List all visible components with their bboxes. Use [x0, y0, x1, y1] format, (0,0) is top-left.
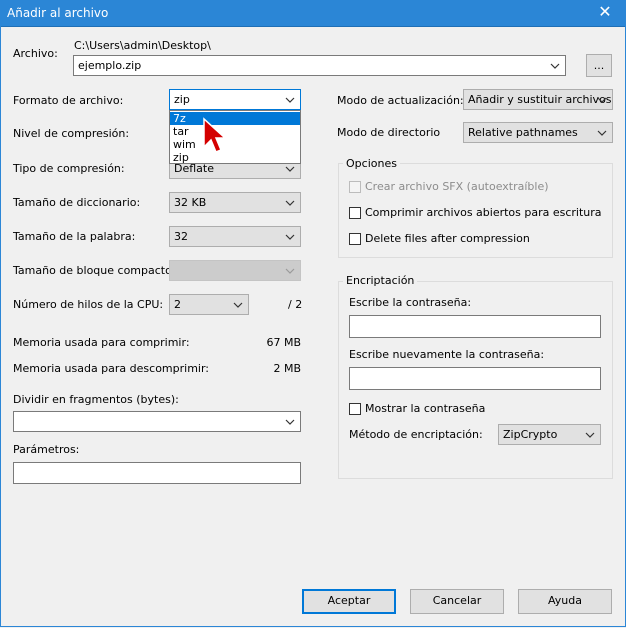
delete-after-label[interactable]: Delete files after compression	[365, 232, 530, 245]
nivel-label: Nivel de compresión:	[13, 127, 130, 140]
hilos-value: 2	[174, 298, 181, 311]
modo-directorio-combo[interactable]: Relative pathnames	[463, 122, 613, 143]
method-combo[interactable]: ZipCrypto	[498, 424, 601, 445]
modo-actualizacion-label: Modo de actualización:	[337, 94, 464, 107]
compress-open-checkbox[interactable]	[349, 207, 361, 219]
formato-option[interactable]: 7z	[170, 112, 300, 125]
delete-after-checkbox[interactable]	[349, 233, 361, 245]
chevron-down-icon	[597, 97, 607, 103]
dividir-combo[interactable]	[13, 411, 301, 432]
formato-option[interactable]: zip	[170, 151, 300, 164]
chevron-down-icon	[233, 302, 243, 308]
sfx-checkbox	[349, 181, 361, 193]
chevron-down-icon	[285, 97, 295, 103]
modo-actualizacion-value: Añadir y sustituir archivos	[468, 93, 612, 106]
archivo-label: Archivo:	[13, 47, 58, 60]
show-password-checkbox[interactable]	[349, 403, 361, 415]
method-value: ZipCrypto	[503, 428, 558, 441]
chevron-down-icon	[597, 130, 607, 136]
encriptacion-title: Encriptación	[343, 274, 418, 287]
palabra-value: 32	[174, 230, 188, 243]
mouse-cursor-icon	[203, 117, 227, 153]
show-password-label[interactable]: Mostrar la contraseña	[365, 402, 485, 415]
cancel-button[interactable]: Cancelar	[410, 589, 504, 614]
sfx-label: Crear archivo SFX (autoextraíble)	[365, 180, 549, 193]
modo-directorio-label: Modo de directorio	[337, 126, 441, 139]
dividir-label: Dividir en fragmentos (bytes):	[13, 393, 179, 406]
ok-button[interactable]: Aceptar	[302, 589, 396, 614]
browse-button[interactable]: ...	[586, 54, 612, 77]
formato-value: zip	[174, 93, 190, 106]
archivo-path: C:\Users\admin\Desktop\	[74, 39, 211, 52]
hilos-combo[interactable]: 2	[169, 294, 249, 315]
modo-directorio-value: Relative pathnames	[468, 126, 578, 139]
parametros-input[interactable]	[13, 462, 301, 484]
mem-comprimir-label: Memoria usada para comprimir:	[13, 336, 190, 349]
formato-dropdown-list[interactable]: 7z tar wim zip	[169, 110, 301, 164]
window-title: Añadir al archivo	[7, 6, 109, 20]
bloque-combo	[169, 260, 301, 281]
chevron-down-icon	[285, 419, 295, 425]
mem-descomprimir-label: Memoria usada para descomprimir:	[13, 362, 210, 375]
password-label: Escribe la contraseña:	[349, 296, 472, 309]
diccionario-value: 32 KB	[174, 196, 207, 209]
formato-option[interactable]: wim	[170, 138, 300, 151]
archivo-filename: ejemplo.zip	[78, 59, 142, 72]
diccionario-combo[interactable]: 32 KB	[169, 192, 301, 213]
close-icon[interactable]: ✕	[596, 3, 614, 21]
hilos-label: Número de hilos de la CPU:	[13, 298, 164, 311]
method-label: Método de encriptación:	[349, 428, 483, 441]
archivo-filename-combo[interactable]: ejemplo.zip	[73, 55, 566, 76]
chevron-down-icon	[585, 432, 595, 438]
bloque-label: Tamaño de bloque compacto:	[13, 264, 176, 277]
diccionario-label: Tamaño de diccionario:	[13, 196, 141, 209]
palabra-label: Tamaño de la palabra:	[13, 230, 136, 243]
mem-comprimir-value: 67 MB	[266, 336, 301, 349]
help-button[interactable]: Ayuda	[518, 589, 612, 614]
chevron-down-icon	[285, 200, 295, 206]
parametros-label: Parámetros:	[13, 443, 80, 456]
password-repeat-label: Escribe nuevamente la contraseña:	[349, 348, 545, 361]
chevron-down-icon	[285, 268, 295, 274]
compress-open-label[interactable]: Comprimir archivos abiertos para escritu…	[365, 206, 602, 219]
password-repeat-input[interactable]	[349, 367, 601, 390]
tipo-label: Tipo de compresión:	[13, 162, 125, 175]
chevron-down-icon	[285, 234, 295, 240]
password-input[interactable]	[349, 315, 601, 338]
palabra-combo[interactable]: 32	[169, 226, 301, 247]
chevron-down-icon	[550, 63, 560, 69]
formato-label: Formato de archivo:	[13, 94, 124, 107]
opciones-title: Opciones	[343, 157, 400, 170]
formato-option[interactable]: tar	[170, 125, 300, 138]
chevron-down-icon	[285, 166, 295, 172]
hilos-max: / 2	[288, 298, 303, 311]
modo-actualizacion-combo[interactable]: Añadir y sustituir archivos	[463, 89, 613, 110]
mem-descomprimir-value: 2 MB	[273, 362, 301, 375]
formato-combo[interactable]: zip	[169, 89, 301, 110]
